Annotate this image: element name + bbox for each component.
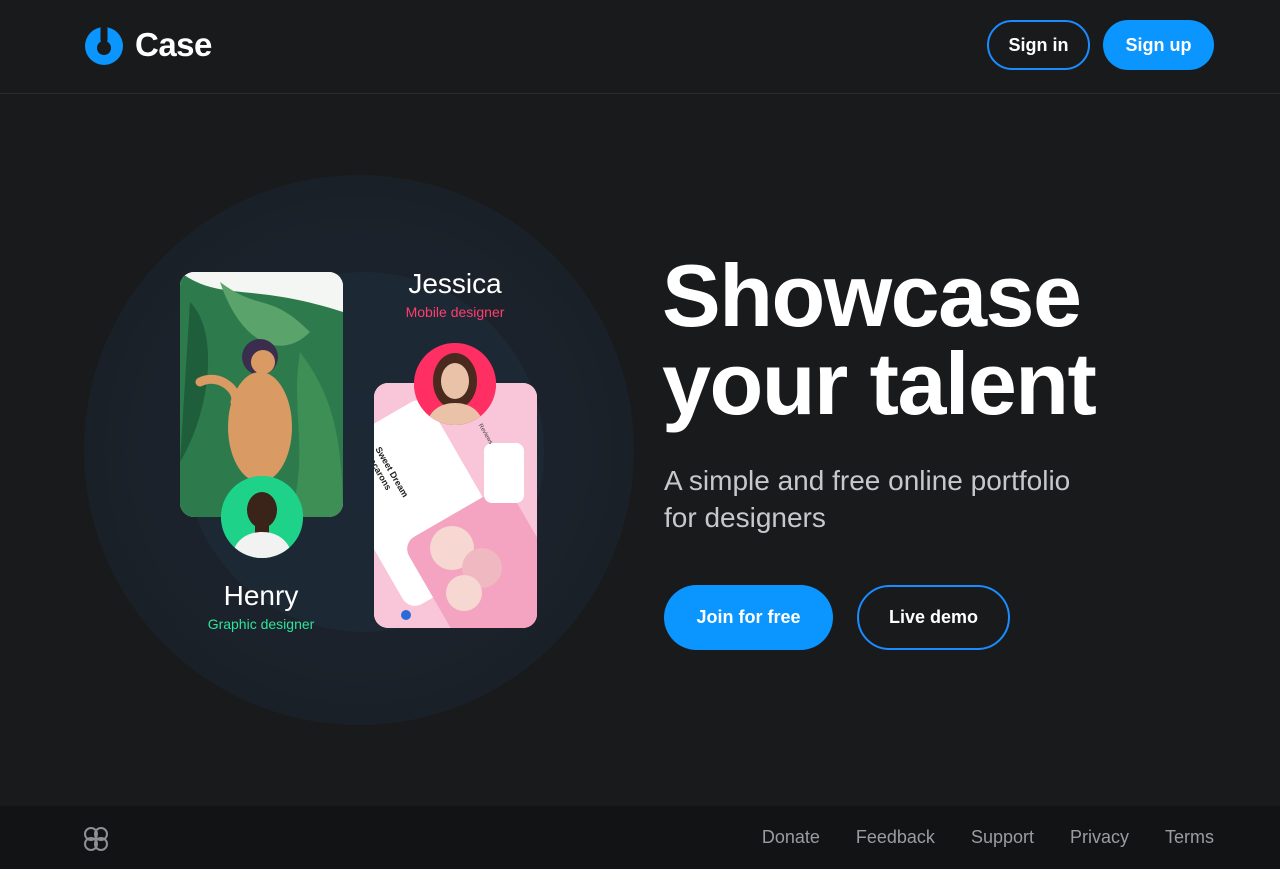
footer-clover-icon[interactable] xyxy=(83,826,109,852)
hero-subheadline: A simple and free online portfolio for d… xyxy=(664,462,1144,536)
footer-link-feedback[interactable]: Feedback xyxy=(856,827,935,848)
jessica-portrait xyxy=(414,343,496,425)
footer-link-donate[interactable]: Donate xyxy=(762,827,820,848)
headline-line-1: Showcase xyxy=(662,246,1082,345)
avatar-jessica xyxy=(414,343,496,425)
sign-in-button[interactable]: Sign in xyxy=(987,20,1090,70)
hero-headline: Showcase your talent xyxy=(662,252,1222,428)
person-name-jessica: Jessica xyxy=(408,268,502,299)
subhead-line-2: for designers xyxy=(664,502,826,533)
brand-name: Case xyxy=(135,26,212,63)
person-role-henry: Graphic designer xyxy=(207,616,315,632)
brand-logo[interactable]: Case xyxy=(83,24,212,66)
case-logo-icon xyxy=(85,24,123,65)
avatar-henry xyxy=(221,476,303,558)
footer-nav: Donate Feedback Support Privacy Terms xyxy=(762,827,1214,848)
person-name-henry: Henry xyxy=(223,580,299,611)
person-role-jessica: Mobile designer xyxy=(405,304,505,320)
site-footer: Donate Feedback Support Privacy Terms xyxy=(0,806,1280,869)
footer-link-privacy[interactable]: Privacy xyxy=(1070,827,1129,848)
sign-up-button[interactable]: Sign up xyxy=(1103,20,1214,70)
headline-line-2: your talent xyxy=(662,334,1097,433)
join-for-free-button[interactable]: Join for free xyxy=(664,585,833,650)
live-demo-button[interactable]: Live demo xyxy=(857,585,1010,650)
site-header: Case Sign in Sign up xyxy=(0,0,1280,94)
subhead-line-1: A simple and free online portfolio xyxy=(664,465,1071,496)
henry-portrait xyxy=(221,476,303,558)
footer-link-terms[interactable]: Terms xyxy=(1165,827,1214,848)
footer-link-support[interactable]: Support xyxy=(971,827,1034,848)
